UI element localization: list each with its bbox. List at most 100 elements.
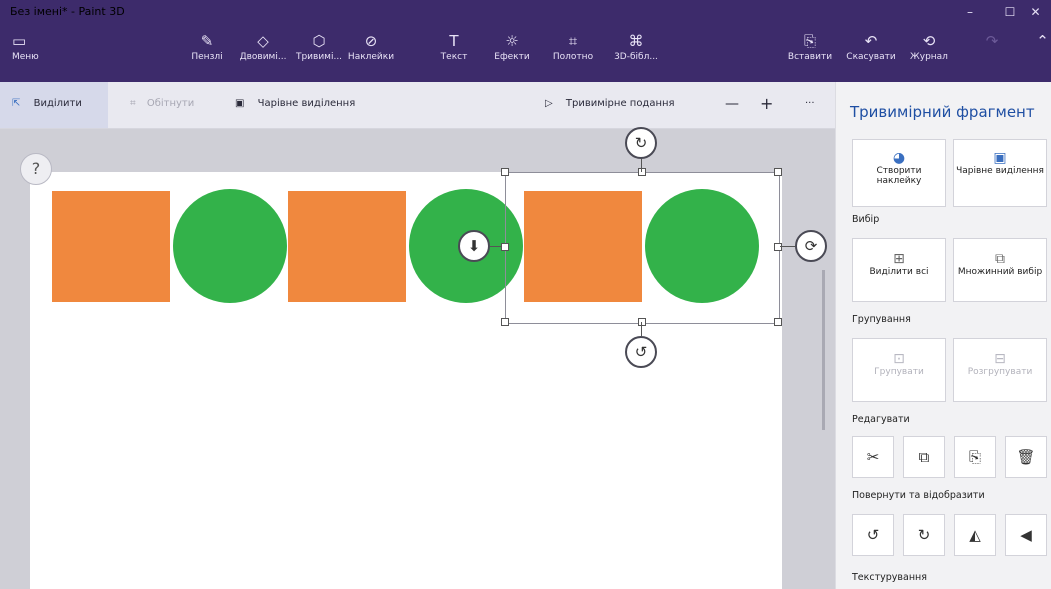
vertical-scrollbar[interactable] [822,270,825,430]
tool-3d-shapes[interactable]: ⬡ Тривимі... [290,30,348,80]
select-all-icon: ⊞ [893,251,905,267]
magic-select-button[interactable]: ▣ Чарівне виділення [953,139,1047,207]
multi-select-button[interactable]: ⧉ Множинний вибір [953,238,1047,302]
resize-handle[interactable] [638,318,646,326]
resize-handle[interactable] [638,168,646,176]
close-button[interactable]: ✕ [1020,0,1051,26]
ungroup-button[interactable]: ⊟ Розгрупувати [953,338,1047,402]
sticker-icon: ◕ [892,150,906,166]
paste-button[interactable]: ⎘ [954,436,996,478]
rotate-y-button[interactable]: ⟳ [795,230,827,262]
tool-canvas[interactable]: ⌗ Полотно [550,30,596,80]
resize-handle[interactable] [501,318,509,326]
orange-square[interactable] [52,191,170,302]
select-tool[interactable]: ⇱ Виділити [12,94,82,114]
stickers-icon: ⊘ [364,32,378,50]
select-all-button[interactable]: ⊞ Виділити всі [852,238,946,302]
delete-button[interactable]: 🗑 [1005,436,1047,478]
resize-handle[interactable] [501,243,509,251]
folder-icon: ▭ [12,32,27,50]
rotate-left-button[interactable]: ↺ [852,514,894,556]
flip-vertical-icon: ◀ [1020,526,1032,544]
tool-brushes[interactable]: ✎ Пензлі [186,30,228,80]
tool-3d-library[interactable]: ⌘ 3D-бібл... [608,30,664,80]
tool-effects[interactable]: ☼ Ефекти [492,30,532,80]
group-icon: ⊡ [893,351,905,367]
paste-icon: ⎘ [803,32,816,50]
rotate-x-button[interactable]: ↻ [625,127,657,159]
resize-handle[interactable] [774,243,782,251]
minimize-button[interactable]: – [950,0,990,26]
3d-library-icon: ⌘ [628,32,644,50]
magic-select-tool[interactable]: ▣ Чарівне виділення [235,94,355,114]
section-texture-label: Текстурування [852,572,927,583]
menu-button[interactable]: ▭ Меню [12,30,52,80]
handle-connector [641,322,642,336]
panel-title: Тривимірний фрагмент [850,103,1035,121]
rotate-left-icon: ↺ [866,526,880,544]
depth-button[interactable]: ⬇ [458,230,490,262]
rotate-z-button[interactable]: ↺ [625,336,657,368]
crop-tool[interactable]: ⌗ Обітнути [130,94,194,114]
rotate-right-button[interactable]: ↻ [903,514,945,556]
handle-connector [780,246,795,247]
more-options-button[interactable]: ··· [805,94,815,114]
trash-icon: 🗑 [1016,448,1036,466]
rotate-right-icon: ↻ [917,526,931,544]
handle-connector [641,158,642,172]
flip-horizontal-button[interactable]: ◭ [954,514,996,556]
scissors-icon: ✂ [866,448,880,466]
cursor-icon: ⇱ [12,98,21,109]
paste-button[interactable]: ⎘ Вставити [786,30,834,80]
crop-icon: ⌗ [130,98,136,109]
redo-button[interactable]: ↷ [980,30,1004,80]
tool-2d-shapes[interactable]: ◇ Двовимі... [234,30,292,80]
text-icon: T [449,32,459,50]
magic-select-icon: ▣ [993,150,1007,166]
ungroup-icon: ⊟ [994,351,1006,367]
3d-shapes-icon: ⬡ [312,32,326,50]
window-title: Без імені* - Paint 3D [10,5,125,18]
resize-handle[interactable] [774,318,782,326]
orange-square[interactable] [288,191,406,302]
rotate-icon: ↺ [634,343,648,361]
depth-icon: ⬇ [467,237,481,255]
collapse-ribbon-button[interactable]: ⌃ [1034,30,1051,80]
green-circle[interactable] [173,189,287,303]
flip-horizontal-icon: ◭ [969,526,981,544]
cut-button[interactable]: ✂ [852,436,894,478]
chevron-up-icon: ⌃ [1036,32,1049,50]
zoom-in-button[interactable]: + [760,94,773,114]
section-rotate-label: Повернути та відобразити [852,490,985,501]
flip-vertical-button[interactable]: ◀ [1005,514,1047,556]
make-sticker-button[interactable]: ◕ Створити наклейку [852,139,946,207]
title-bar [0,0,1051,26]
undo-button[interactable]: ↶ Скасувати [843,30,899,80]
3d-view-toggle[interactable]: ▷ Тривимірне подання [545,94,675,114]
rotate-icon: ↻ [634,134,648,152]
zoom-out-button[interactable]: — [725,94,739,114]
section-group-label: Групування [852,314,911,325]
handle-connector [488,246,502,247]
tool-stickers[interactable]: ⊘ Наклейки [345,30,397,80]
effects-icon: ☼ [505,32,519,50]
toolbar [0,82,835,129]
copy-button[interactable]: ⧉ [903,436,945,478]
brush-icon: ✎ [200,32,214,50]
resize-handle[interactable] [774,168,782,176]
section-select-label: Вибір [852,214,880,225]
group-button[interactable]: ⊡ Групувати [852,338,946,402]
redo-icon: ↷ [985,32,999,50]
history-button[interactable]: ⟲ Журнал [904,30,954,80]
tool-text[interactable]: T Текст [437,30,471,80]
multi-select-icon: ⧉ [995,251,1005,267]
undo-icon: ↶ [864,32,878,50]
history-icon: ⟲ [922,32,936,50]
help-button[interactable]: ? [20,153,52,185]
rotate-icon: ⟳ [804,237,818,255]
paste-icon: ⎘ [968,448,981,466]
selection-box[interactable] [505,172,780,324]
2d-shapes-icon: ◇ [257,32,269,50]
resize-handle[interactable] [501,168,509,176]
section-edit-label: Редагувати [852,414,910,425]
